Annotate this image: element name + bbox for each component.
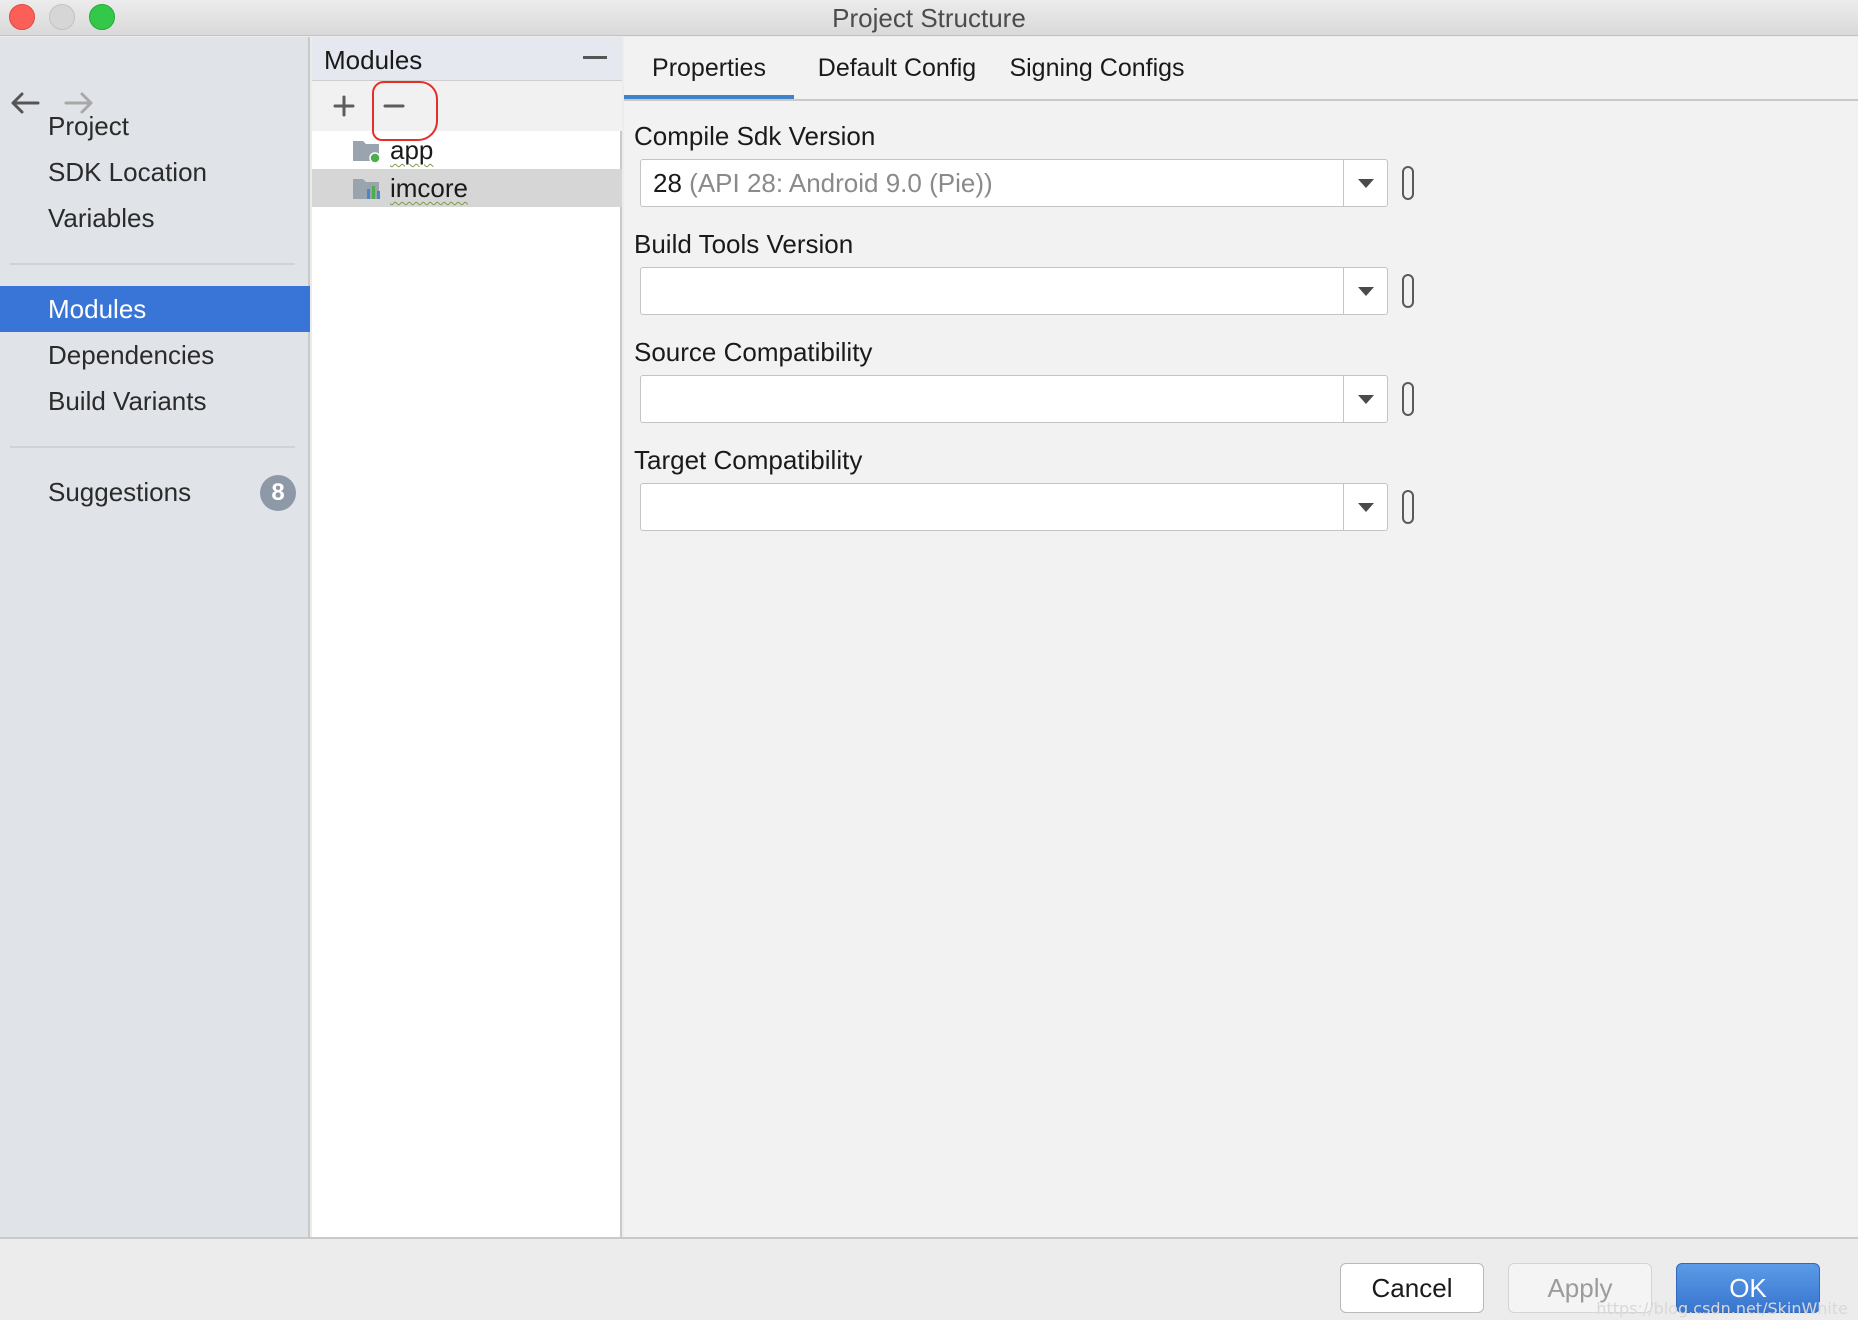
field-resize-handle[interactable] (1402, 382, 1414, 416)
source-compat-label: Source Compatibility (634, 337, 873, 367)
module-name: app (390, 135, 434, 165)
properties-panel: Properties Default Config Signing Config… (624, 37, 1858, 1237)
sidebar-item-build-variants[interactable]: Build Variants (0, 378, 310, 424)
chevron-down-icon[interactable] (1343, 160, 1387, 206)
dialog-footer: Cancel Apply OK https://blog.csdn.net/Sk… (0, 1237, 1858, 1320)
sidebar-divider (10, 446, 295, 448)
sidebar-item-modules[interactable]: Modules (0, 286, 310, 332)
sidebar-item-label: Suggestions (48, 477, 192, 507)
sidebar-item-variables[interactable]: Variables (0, 195, 310, 241)
add-module-button[interactable] (324, 87, 364, 125)
module-item-imcore[interactable]: imcore (312, 169, 622, 207)
remove-module-button[interactable] (374, 87, 414, 125)
compile-sdk-combobox[interactable]: 28 (API 28: Android 9.0 (Pie)) (640, 159, 1388, 207)
cancel-button[interactable]: Cancel (1340, 1263, 1484, 1313)
modules-panel: Modules app imcore (312, 37, 622, 1237)
tab-signing-configs[interactable]: Signing Configs (1000, 37, 1194, 99)
sidebar-item-project[interactable]: Project (0, 103, 310, 149)
field-resize-handle[interactable] (1402, 490, 1414, 524)
sidebar-item-sdk-location[interactable]: SDK Location (0, 149, 310, 195)
minus-icon (383, 104, 405, 108)
watermark: https://blog.csdn.net/SkinWhite (1596, 1299, 1848, 1318)
sidebar: Project SDK Location Variables Modules D… (0, 37, 310, 1237)
sidebar-item-suggestions[interactable]: Suggestions 8 (0, 469, 310, 515)
title-bar: Project Structure (0, 0, 1858, 36)
suggestions-count-badge: 8 (260, 475, 296, 511)
chevron-down-icon[interactable] (1343, 376, 1387, 422)
window-title: Project Structure (832, 3, 1026, 33)
modules-toolbar (312, 81, 622, 141)
compile-sdk-label: Compile Sdk Version (634, 121, 876, 151)
target-compat-combobox[interactable] (640, 483, 1388, 531)
build-tools-label: Build Tools Version (634, 229, 854, 259)
field-resize-handle[interactable] (1402, 274, 1414, 308)
modules-header: Modules (312, 37, 622, 81)
compile-sdk-value: 28 (API 28: Android 9.0 (Pie)) (653, 160, 993, 206)
tab-properties[interactable]: Properties (624, 37, 794, 99)
app-module-icon (353, 141, 381, 164)
plus-icon (333, 95, 355, 117)
library-module-icon (353, 179, 380, 199)
compile-sdk-detail: (API 28: Android 9.0 (Pie)) (689, 168, 993, 198)
module-item-app[interactable]: app (312, 131, 622, 169)
compile-sdk-number: 28 (653, 168, 682, 198)
field-resize-handle[interactable] (1402, 166, 1414, 200)
collapse-panel-icon[interactable] (582, 51, 608, 65)
source-compat-combobox[interactable] (640, 375, 1388, 423)
modules-title: Modules (324, 45, 423, 75)
sidebar-divider (10, 263, 295, 265)
build-tools-combobox[interactable] (640, 267, 1388, 315)
module-name: imcore (390, 173, 469, 203)
sidebar-item-dependencies[interactable]: Dependencies (0, 332, 310, 378)
target-compat-label: Target Compatibility (634, 445, 863, 475)
tab-bar: Properties Default Config Signing Config… (624, 37, 1858, 101)
chevron-down-icon[interactable] (1343, 268, 1387, 314)
chevron-down-icon[interactable] (1343, 484, 1387, 530)
tab-default-config[interactable]: Default Config (802, 37, 992, 99)
